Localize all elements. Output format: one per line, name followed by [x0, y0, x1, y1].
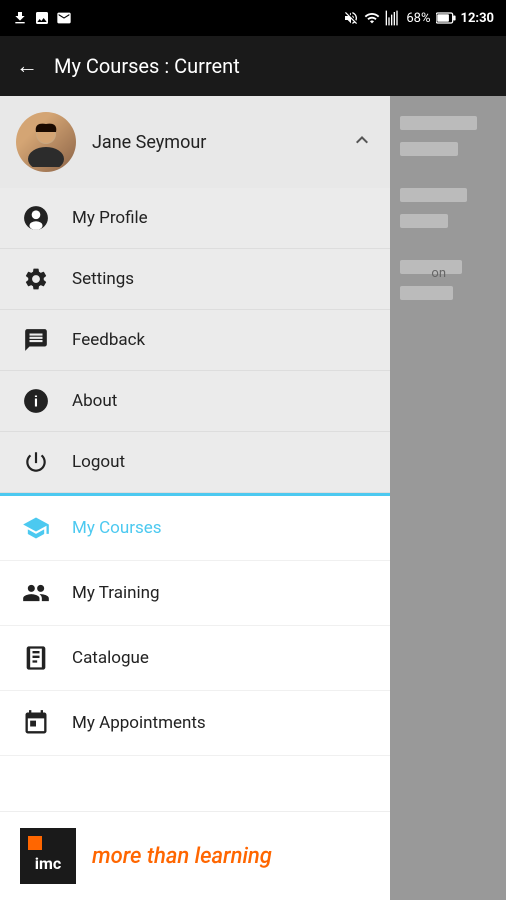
nav-item-catalogue[interactable]: Catalogue — [0, 626, 390, 691]
menu-item-logout[interactable]: Logout — [0, 432, 390, 493]
training-icon — [20, 577, 52, 609]
avatar-svg — [21, 117, 71, 167]
avatar — [16, 112, 76, 172]
status-bar-right-icons: 68% 12:30 — [343, 10, 494, 26]
content-line-3 — [400, 188, 467, 202]
graduation-icon — [20, 512, 52, 544]
menu-label-logout: Logout — [72, 452, 125, 472]
content-line-4 — [400, 214, 448, 228]
right-overlay: on — [390, 96, 506, 900]
calendar-icon — [20, 707, 52, 739]
content-line-1 — [400, 116, 477, 130]
info-icon: i — [20, 385, 52, 417]
header: ← My Courses : Current — [0, 36, 506, 96]
nav-item-my-training[interactable]: My Training — [0, 561, 390, 626]
nav-item-my-courses[interactable]: My Courses — [0, 496, 390, 561]
back-button[interactable]: ← — [16, 53, 38, 79]
time-display: 12:30 — [461, 11, 495, 26]
menu-list: My Profile Settings Feedback i — [0, 188, 390, 493]
nav-label-catalogue: Catalogue — [72, 648, 149, 668]
nav-label-my-courses: My Courses — [72, 518, 162, 538]
power-icon — [20, 446, 52, 478]
gear-icon — [20, 263, 52, 295]
background-content — [390, 96, 506, 320]
menu-label-feedback: Feedback — [72, 330, 145, 350]
user-name: Jane Seymour — [92, 132, 334, 153]
book-icon — [20, 642, 52, 674]
mute-icon — [343, 10, 359, 26]
overlay-label: on — [431, 266, 446, 281]
nav-item-my-appointments[interactable]: My Appointments — [0, 691, 390, 756]
user-profile-section[interactable]: Jane Seymour — [0, 96, 390, 188]
chevron-up-icon — [350, 128, 374, 157]
menu-label-about: About — [72, 391, 117, 411]
header-title: My Courses : Current — [54, 54, 240, 78]
menu-item-feedback[interactable]: Feedback — [0, 310, 390, 371]
logo-tagline: more than learning — [92, 844, 272, 869]
nav-list: My Courses My Training Catalogue — [0, 496, 390, 811]
logo-brand: imc — [35, 854, 61, 873]
svg-text:i: i — [34, 393, 38, 410]
battery-percent: 68% — [406, 11, 430, 26]
main-content: Jane Seymour My Profile Settings — [0, 96, 506, 900]
menu-item-about[interactable]: i About — [0, 371, 390, 432]
logo-section: imc more than learning — [0, 811, 390, 900]
person-icon — [20, 202, 52, 234]
logo-orange-dot — [28, 836, 42, 850]
menu-label-settings: Settings — [72, 269, 134, 289]
signal-icon — [385, 10, 401, 26]
wifi-icon — [364, 10, 380, 26]
menu-item-profile[interactable]: My Profile — [0, 188, 390, 249]
email-icon — [56, 10, 72, 26]
image-icon — [34, 10, 50, 26]
nav-label-my-appointments: My Appointments — [72, 713, 206, 733]
avatar-image — [16, 112, 76, 172]
status-bar: 68% 12:30 — [0, 0, 506, 36]
navigation-drawer: Jane Seymour My Profile Settings — [0, 96, 390, 900]
menu-label-profile: My Profile — [72, 208, 148, 228]
feedback-icon — [20, 324, 52, 356]
status-bar-left-icons — [12, 10, 72, 26]
nav-label-my-training: My Training — [72, 583, 160, 603]
download-icon — [12, 10, 28, 26]
content-line-2 — [400, 142, 458, 156]
battery-icon — [436, 11, 456, 25]
content-line-6 — [400, 286, 453, 300]
menu-item-settings[interactable]: Settings — [0, 249, 390, 310]
imc-logo-box: imc — [20, 828, 76, 884]
